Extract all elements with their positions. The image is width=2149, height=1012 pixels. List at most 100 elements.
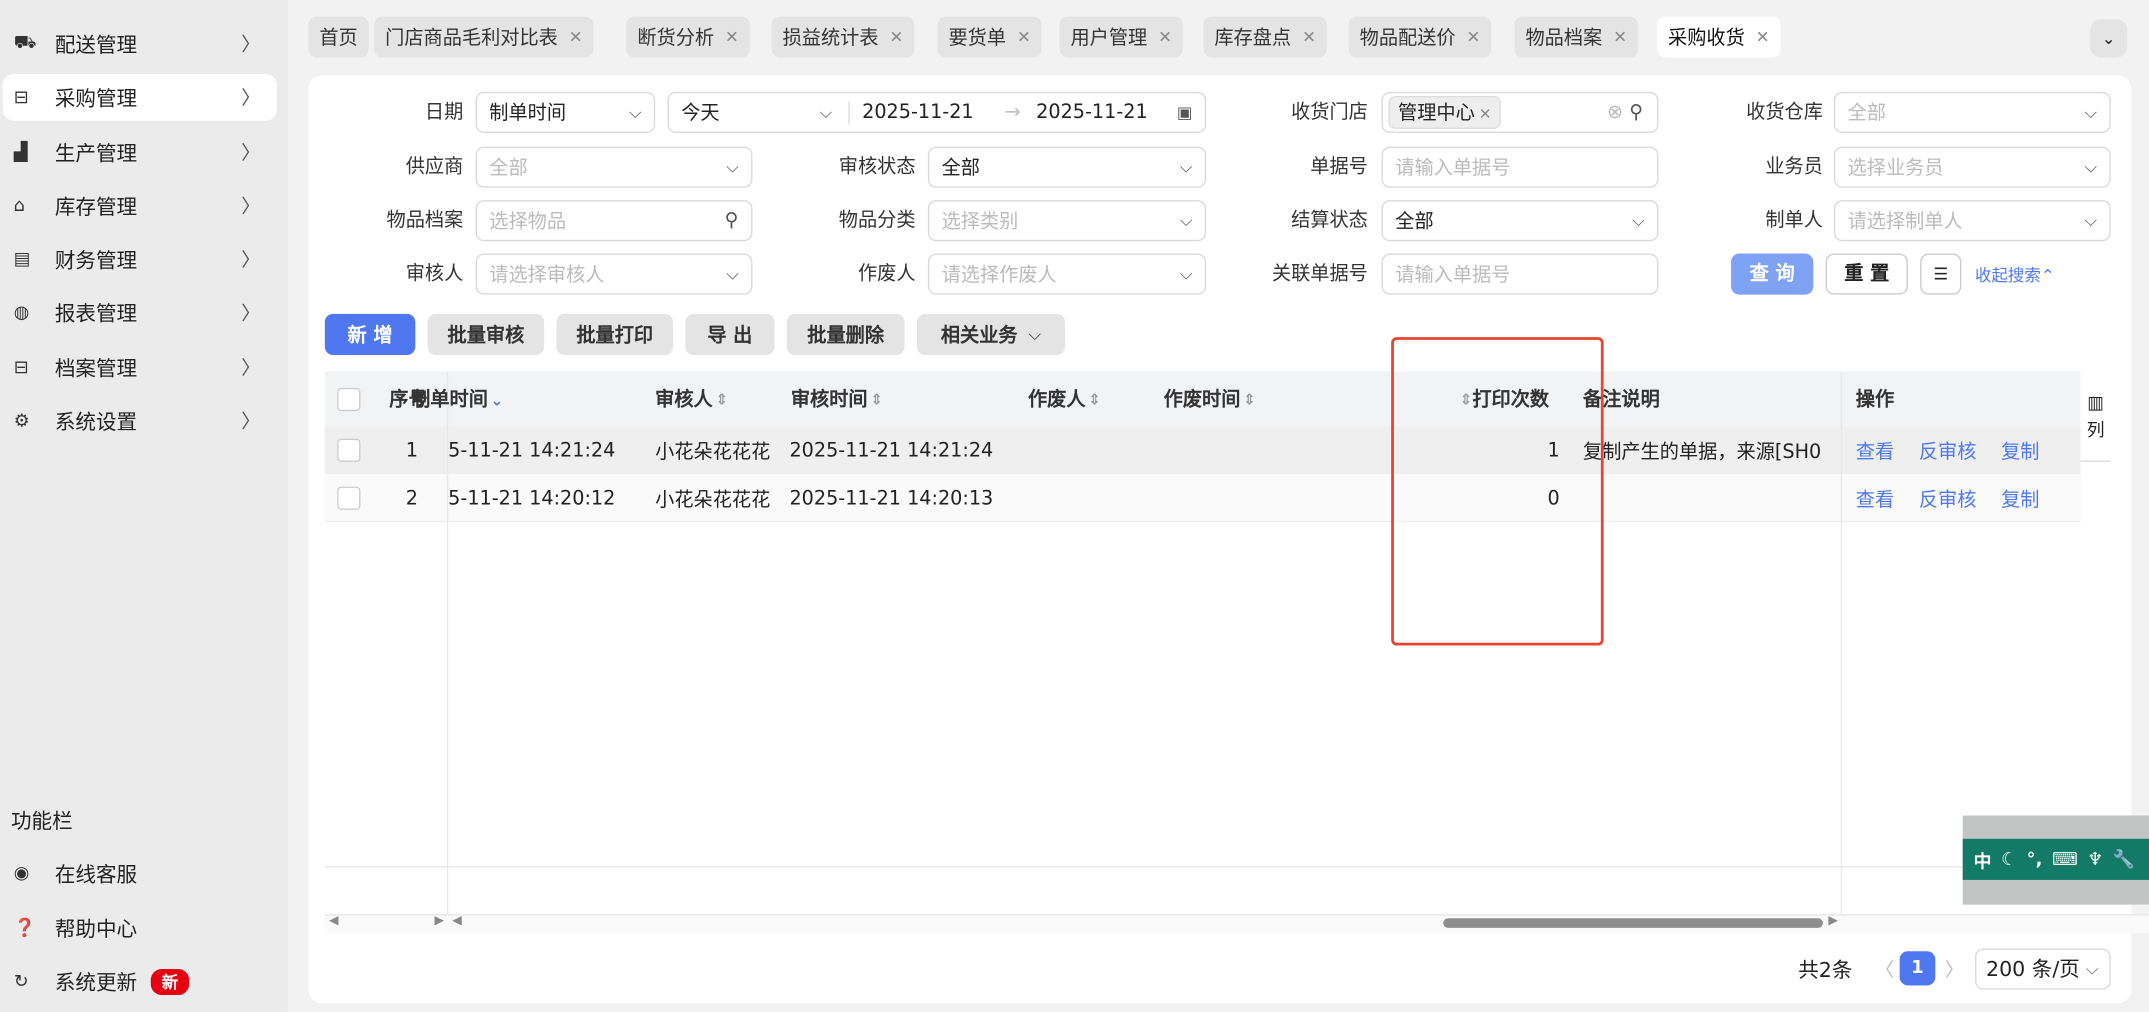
tab-profit-loss[interactable]: 损益统计表 ✕ [771,16,915,58]
audit-status-select[interactable]: 全部 ⌵ [927,146,1207,188]
row-checkbox[interactable] [337,486,361,510]
tab-stocktake[interactable]: 库存盘点 ✕ [1203,16,1327,58]
column-settings-button[interactable]: ▥ 列 [2080,371,2111,462]
scrollbar-thumb[interactable] [1443,918,1823,928]
page-size-select[interactable]: 200 条/页 ⌵ [1975,948,2111,990]
keyboard-icon[interactable]: ⌨ [2052,849,2078,870]
sidebar-item-archive[interactable]: ⊟ 档案管理〉 [3,344,277,391]
search-settings-button[interactable]: ☰ [1920,253,1962,295]
close-icon[interactable]: ✕ [1756,27,1770,46]
punctuation-icon[interactable]: °, [2027,849,2043,870]
column-header-auditor[interactable]: 审核人 ⇕ [655,371,728,426]
auditor-select[interactable]: 请选择审核人 ⌵ [475,253,753,295]
column-header-void-time[interactable]: 作废时间 ⇕ [1164,371,1256,426]
clear-icon[interactable]: ⊗ [1607,101,1623,123]
warehouse-select[interactable]: 全部 ⌵ [1833,91,2111,133]
sort-icon[interactable]: ⇕ [715,390,728,408]
close-icon[interactable]: ✕ [1017,27,1031,46]
page-1-button[interactable]: 1 [1899,951,1936,986]
tab-requisition[interactable]: 要货单 ✕ [937,16,1042,58]
next-page-button[interactable]: 〉 [1945,955,1964,982]
close-icon[interactable]: ✕ [1467,27,1481,46]
sidebar-item-purchase[interactable]: ⊟ 采购管理〉 [2,74,277,121]
copy-link[interactable]: 复制 [2001,485,2039,512]
online-service-link[interactable]: ◉ 在线客服 [3,850,277,897]
tab-delivery-price[interactable]: 物品配送价 ✕ [1348,16,1492,58]
salesman-select[interactable]: 选择业务员 ⌵ [1833,146,2111,188]
related-doc-input[interactable]: 请输入单据号 [1381,253,1659,295]
system-update-link[interactable]: ↻ 系统更新新 [3,958,277,1005]
sort-icon[interactable]: ⇕ [1088,390,1101,408]
moon-icon[interactable]: ☾ [2001,849,2017,870]
unaudit-link[interactable]: 反审核 [1919,485,1977,512]
column-header-created[interactable]: 制单时间 ⌄ [411,371,637,426]
batch-print-button[interactable]: 批量打印 [556,313,673,355]
wrench-icon[interactable]: 🔧 [2113,849,2135,870]
tab-home[interactable]: 首页 [308,16,369,58]
sidebar-item-finance[interactable]: ▤ 财务管理〉 [3,236,277,283]
column-header-audit-time[interactable]: 审核时间 ⇕ [791,371,883,426]
view-link[interactable]: 查看 [1856,437,1894,464]
collapse-search-link[interactable]: 收起搜索⌃ [1975,263,2055,286]
tab-purchase-receipt[interactable]: 采购收货 ✕ [1657,16,1781,58]
scroll-right-icon[interactable]: ▶ [1828,914,1837,928]
related-business-button[interactable]: 相关业务 ⌵ [916,313,1065,355]
batch-audit-button[interactable]: 批量审核 [427,313,545,355]
tab-items[interactable]: 物品档案 ✕ [1514,16,1638,58]
close-icon[interactable]: ✕ [569,27,583,46]
sort-icon[interactable]: ⇕ [1243,390,1256,408]
tab-stockout[interactable]: 断货分析 ✕ [626,16,750,58]
view-link[interactable]: 查看 [1856,485,1894,512]
prev-page-button[interactable]: 〈 [1875,955,1894,982]
supplier-select[interactable]: 全部 ⌵ [475,146,753,188]
tabs-more-button[interactable]: ⌄ [2090,19,2128,58]
help-center-link[interactable]: ❓ 帮助中心 [3,905,277,952]
maker-select[interactable]: 请选择制单人 ⌵ [1833,200,2111,242]
close-icon[interactable]: ✕ [890,27,904,46]
sidebar-item-production[interactable]: ▟ 生产管理〉 [3,129,277,176]
category-select[interactable]: 选择类别 ⌵ [927,200,1207,242]
query-button[interactable]: 查 询 [1731,253,1814,295]
item-input[interactable]: 选择物品 ⚲ [475,200,753,242]
close-icon[interactable]: ✕ [725,27,739,46]
date-range-picker[interactable]: 今天 ⌵ 2025-11-21 → 2025-11-21 ▣ [667,91,1207,133]
date-range-select[interactable]: 今天 [681,99,719,126]
close-icon[interactable]: ✕ [1302,27,1316,46]
tab-margin-compare[interactable]: 门店商品毛利对比表 ✕ [374,16,594,58]
batch-delete-button[interactable]: 批量删除 [786,313,905,355]
add-button[interactable]: 新 增 [324,313,416,355]
sidebar-item-delivery[interactable]: ⛟ 配送管理〉 [3,21,277,68]
scroll-left-icon[interactable]: ◀ [452,914,461,928]
date-type-select[interactable]: 制单时间 ⌵ [475,91,656,133]
doc-no-input[interactable]: 请输入单据号 [1381,146,1659,188]
copy-link[interactable]: 复制 [2001,437,2039,464]
row-checkbox[interactable] [337,438,361,462]
scroll-right-icon[interactable]: ▶ [434,914,443,928]
settle-select[interactable]: 全部 ⌵ [1381,200,1659,242]
unaudit-link[interactable]: 反审核 [1919,437,1977,464]
sidebar-item-reports[interactable]: ◍ 报表管理〉 [3,289,277,336]
mic-icon[interactable]: ♆ [2087,849,2103,870]
archive-icon: ⊟ [13,357,29,378]
export-button[interactable]: 导 出 [685,313,775,355]
column-header-voider[interactable]: 作废人 ⇕ [1028,371,1101,426]
voider-select[interactable]: 请选择作废人 ⌵ [927,253,1207,295]
select-all-checkbox[interactable] [337,387,361,411]
sidebar-item-inventory[interactable]: ⌂ 库存管理〉 [3,182,277,229]
horizontal-scrollbar[interactable] [324,914,2149,934]
scroll-left-icon[interactable]: ◀ [329,914,338,928]
date-start[interactable]: 2025-11-21 [862,101,974,123]
sort-desc-icon[interactable]: ⌄ [491,392,504,410]
ime-toolbar[interactable]: 中 ☾ °, ⌨ ♆ 🔧 [1962,815,2149,905]
reset-button[interactable]: 重 置 [1825,253,1908,295]
store-select[interactable]: 管理中心 ✕ ⊗ ⚲ [1381,91,1659,133]
tab-users[interactable]: 用户管理 ✕ [1059,16,1183,58]
date-end[interactable]: 2025-11-21 [1036,101,1148,123]
close-icon[interactable]: ✕ [1613,27,1627,46]
close-icon[interactable]: ✕ [1479,106,1492,124]
sort-icon[interactable]: ⇕ [870,390,883,408]
sidebar-item-settings[interactable]: ⚙ 系统设置〉 [3,397,277,444]
ime-mode[interactable]: 中 [1974,846,1992,873]
close-icon[interactable]: ✕ [1158,27,1172,46]
fixed-column-divider [1840,371,1843,934]
